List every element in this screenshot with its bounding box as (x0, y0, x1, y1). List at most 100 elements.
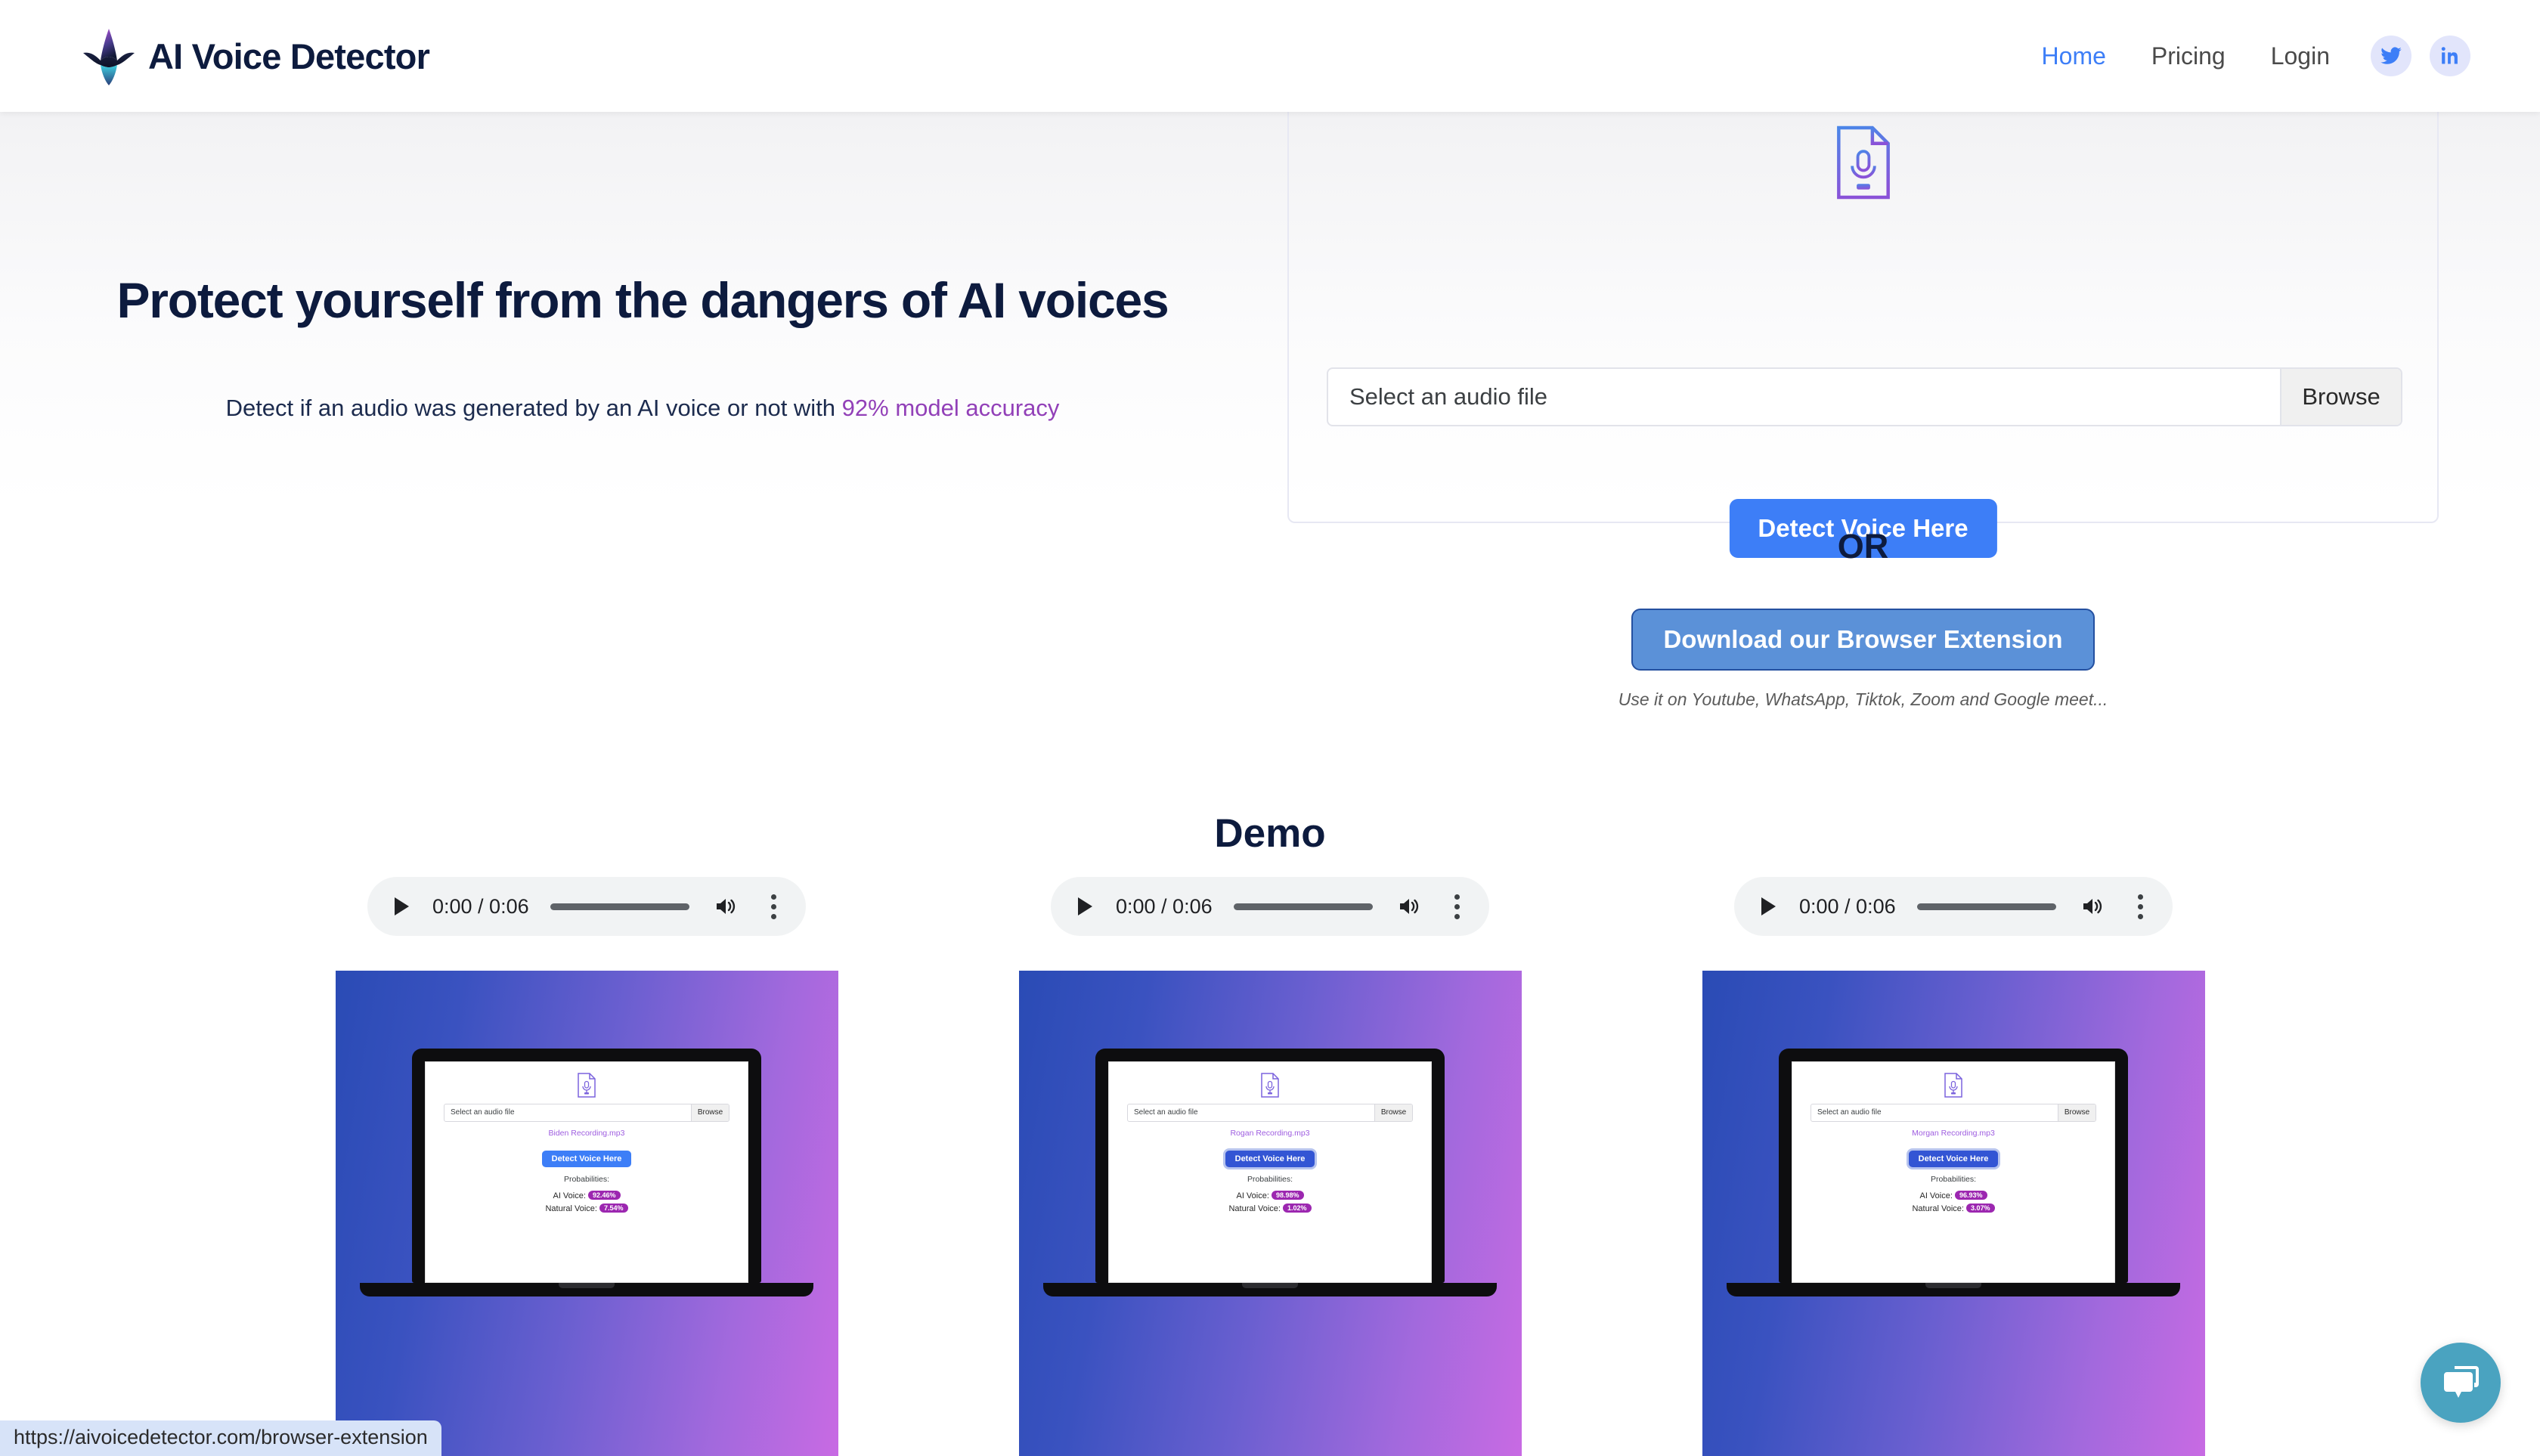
linkedin-icon (2441, 47, 2458, 64)
volume-button[interactable] (1394, 892, 1424, 921)
player-overflow-menu-button[interactable] (760, 894, 786, 919)
mini-ai-voice-label: AI Voice: (1236, 1191, 1269, 1200)
laptop-mockup: Select an audio file Browse Biden Record… (360, 1049, 813, 1296)
player-progress-track[interactable] (550, 903, 689, 910)
volume-icon (717, 899, 736, 914)
mini-natural-voice-row: Natural Voice: 1.02% (1127, 1204, 1413, 1213)
demo-card: 0:00 / 0:06 Select an audio file Browse … (1702, 877, 2205, 1456)
mini-probabilities-label: Probabilities: (563, 1175, 610, 1184)
play-button[interactable] (387, 892, 416, 921)
player-overflow-menu-button[interactable] (1444, 894, 1470, 919)
mini-browse-button[interactable]: Browse (691, 1104, 729, 1121)
laptop-base (360, 1283, 813, 1296)
volume-button[interactable] (711, 892, 741, 921)
mini-ai-voice-row: AI Voice: 92.46% (444, 1191, 729, 1200)
laptop-notch (559, 1283, 615, 1288)
mini-detect-voice-button[interactable]: Detect Voice Here (1225, 1151, 1315, 1167)
download-browser-extension-button[interactable]: Download our Browser Extension (1631, 609, 2095, 671)
player-time-display: 0:00 / 0:06 (432, 894, 529, 918)
demo-gradient-tile: Select an audio file Browse Biden Record… (335, 971, 838, 1456)
nav-item-pricing[interactable]: Pricing (2129, 42, 2248, 70)
mini-natural-voice-value: 3.07% (1966, 1204, 1995, 1213)
mini-natural-voice-label: Natural Voice: (1912, 1204, 1964, 1213)
mini-selected-file-name: Biden Recording.mp3 (548, 1129, 625, 1138)
mini-audio-document-icon (578, 1073, 596, 1098)
page-title: Protect yourself from the dangers of AI … (116, 272, 1169, 328)
demo-gradient-tile: Select an audio file Browse Rogan Record… (1018, 971, 1522, 1456)
mini-detect-voice-button[interactable]: Detect Voice Here (1908, 1151, 1999, 1167)
volume-button[interactable] (2077, 892, 2108, 921)
site-header: AI Voice Detector Home Pricing Login (0, 0, 2540, 112)
mini-app: Select an audio file Browse Rogan Record… (1109, 1062, 1431, 1213)
laptop-screen-content: Select an audio file Browse Rogan Record… (1108, 1061, 1432, 1283)
waveform-logo-icon (83, 29, 135, 85)
laptop-base (1727, 1283, 2180, 1296)
mini-file-input-row[interactable]: Select an audio file Browse (1127, 1104, 1413, 1122)
browser-status-bar-url: https://aivoicedetector.com/browser-exte… (0, 1420, 441, 1456)
nav-item-login[interactable]: Login (2248, 42, 2353, 70)
demo-card: 0:00 / 0:06 Select an audio file Browse … (335, 877, 838, 1456)
laptop-notch (1242, 1283, 1298, 1288)
play-icon (1078, 897, 1092, 915)
laptop-notch (1925, 1283, 1981, 1288)
laptop-mockup: Select an audio file Browse Rogan Record… (1043, 1049, 1497, 1296)
linkedin-link[interactable] (2430, 36, 2470, 76)
browse-button[interactable]: Browse (2280, 369, 2401, 425)
audio-player[interactable]: 0:00 / 0:06 (367, 877, 806, 936)
mini-ai-voice-label: AI Voice: (1919, 1191, 1953, 1200)
mini-probabilities-label: Probabilities: (1930, 1175, 1977, 1184)
play-icon (395, 897, 409, 915)
laptop-screen: Select an audio file Browse Rogan Record… (1095, 1049, 1445, 1283)
chat-bubble-icon (2444, 1366, 2479, 1398)
play-button[interactable] (1070, 892, 1099, 921)
nav-item-home[interactable]: Home (2019, 42, 2129, 70)
demo-gradient-tile: Select an audio file Browse Morgan Recor… (1702, 971, 2205, 1456)
play-icon (1761, 897, 1776, 915)
mini-detect-voice-button[interactable]: Detect Voice Here (541, 1151, 632, 1167)
player-progress-track[interactable] (1916, 903, 2056, 910)
player-progress-track[interactable] (1233, 903, 1373, 910)
mini-ai-voice-row: AI Voice: 96.93% (1811, 1191, 2096, 1200)
play-button[interactable] (1754, 892, 1783, 921)
mini-natural-voice-value: 1.02% (1283, 1204, 1312, 1213)
mini-natural-voice-value: 7.54% (599, 1204, 628, 1213)
mini-natural-voice-label: Natural Voice: (545, 1204, 597, 1213)
audio-file-input-row[interactable]: Select an audio file Browse (1327, 367, 2402, 426)
demo-section-title: Demo (1214, 811, 1326, 856)
mini-browse-button[interactable]: Browse (1374, 1104, 1412, 1121)
mini-file-input-row[interactable]: Select an audio file Browse (444, 1104, 729, 1122)
or-divider-label: OR (1837, 527, 1889, 565)
main-navigation: Home Pricing Login (2019, 36, 2470, 76)
laptop-screen-content: Select an audio file Browse Biden Record… (425, 1061, 748, 1283)
mini-file-input-row[interactable]: Select an audio file Browse (1811, 1104, 2096, 1122)
demo-card: 0:00 / 0:06 Select an audio file Browse … (1018, 877, 1522, 1456)
mini-ai-voice-value: 92.46% (587, 1191, 621, 1200)
mini-natural-voice-label: Natural Voice: (1228, 1204, 1281, 1213)
mini-probabilities-label: Probabilities: (1247, 1175, 1293, 1184)
mini-natural-voice-row: Natural Voice: 7.54% (444, 1204, 729, 1213)
mini-file-placeholder: Select an audio file (1134, 1108, 1198, 1117)
volume-icon (2083, 899, 2102, 914)
brand-name: AI Voice Detector (148, 36, 430, 76)
player-time-display: 0:00 / 0:06 (1116, 894, 1213, 918)
upload-panel: Select an audio file Browse Detect Voice… (1287, 85, 2439, 558)
twitter-link[interactable] (2371, 36, 2411, 76)
audio-player[interactable]: 0:00 / 0:06 (1051, 877, 1489, 936)
player-overflow-menu-button[interactable] (2127, 894, 2153, 919)
demo-card-list: 0:00 / 0:06 Select an audio file Browse … (0, 877, 2540, 1456)
chat-widget-button[interactable] (2421, 1343, 2501, 1423)
mini-ai-voice-row: AI Voice: 98.98% (1127, 1191, 1413, 1200)
laptop-screen-content: Select an audio file Browse Morgan Recor… (1792, 1061, 2115, 1283)
mini-app: Select an audio file Browse Biden Record… (426, 1062, 748, 1213)
mini-browse-button[interactable]: Browse (2058, 1104, 2096, 1121)
mini-audio-document-icon (1944, 1073, 1962, 1098)
extension-button-wrap: Download our Browser Extension (1287, 609, 2439, 671)
extension-note: Use it on Youtube, WhatsApp, Tiktok, Zoo… (1618, 689, 2108, 709)
laptop-screen: Select an audio file Browse Morgan Recor… (1779, 1049, 2128, 1283)
brand-logo-link[interactable]: AI Voice Detector (82, 26, 430, 86)
mini-ai-voice-value: 96.93% (1954, 1191, 1987, 1200)
audio-player[interactable]: 0:00 / 0:06 (1734, 877, 2173, 936)
mini-file-placeholder: Select an audio file (1817, 1108, 1882, 1117)
hero-text-block: Protect yourself from the dangers of AI … (0, 272, 1285, 422)
hero-subtitle: Detect if an audio was generated by an A… (0, 395, 1285, 422)
